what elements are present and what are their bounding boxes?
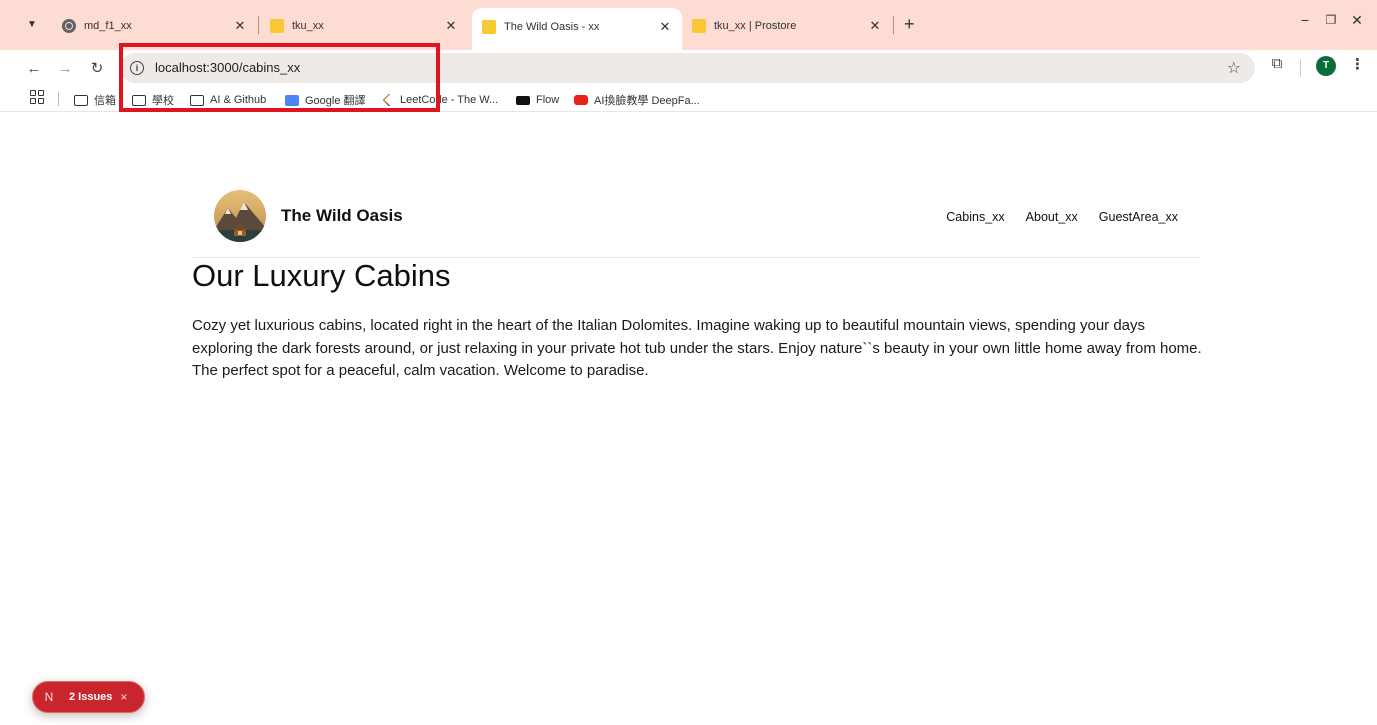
brand-name[interactable]: The Wild Oasis (281, 206, 403, 226)
bookmark-flow[interactable]: Flow (516, 92, 559, 108)
bookmark-label: Flow (536, 94, 560, 106)
nextjs-logo-icon: N (44, 690, 54, 704)
extensions-puzzle-icon[interactable]: ⧉ (1268, 55, 1286, 73)
more-menu-icon[interactable]: ⋮ (1350, 55, 1365, 73)
folder-icon (270, 19, 284, 33)
tab-search-chevron-icon[interactable]: ▼ (20, 12, 44, 36)
tab-tku[interactable]: tku_xx ✕ (260, 11, 468, 41)
toolbar-divider (1300, 59, 1301, 77)
bookmark-label: AI換臉教學 DeepFa... (594, 95, 700, 107)
issues-count-label[interactable]: 2 Issues (69, 691, 112, 703)
close-icon[interactable]: ✕ (866, 18, 884, 34)
site-header: The Wild Oasis Cabins_xx About_xx GuestA… (193, 188, 1200, 258)
bookmark-label: 信箱 (94, 95, 116, 107)
mountain-cabin-logo-icon (214, 190, 266, 242)
bookmark-deepfake[interactable]: AI換臉教學 DeepFa... (574, 92, 700, 108)
nav-link-guest-area[interactable]: GuestArea_xx (1099, 210, 1178, 224)
logo-image[interactable] (214, 190, 266, 242)
forward-arrow-icon[interactable]: → (52, 55, 78, 81)
tab-title: The Wild Oasis - xx (504, 21, 600, 33)
bookmark-mail[interactable]: 信箱 (74, 92, 116, 108)
back-arrow-icon[interactable]: ← (21, 55, 47, 81)
tab-title: tku_xx | Prostore (714, 20, 797, 32)
folder-icon (74, 94, 88, 106)
page-title: Our Luxury Cabins (192, 258, 451, 293)
close-icon[interactable]: ✕ (231, 18, 249, 34)
intro-paragraph: Cozy yet luxurious cabins, located right… (192, 317, 1202, 379)
profile-avatar[interactable]: T (1316, 56, 1336, 76)
restore-icon[interactable]: ❐ (1318, 13, 1344, 27)
tab-divider (258, 16, 259, 34)
close-icon[interactable]: ✕ (442, 18, 460, 34)
flow-icon (516, 95, 530, 105)
close-icon[interactable]: × (120, 690, 127, 704)
minimize-icon[interactable]: − (1292, 12, 1318, 28)
tab-title: md_f1_xx (84, 20, 132, 32)
nav-link-cabins[interactable]: Cabins_xx (946, 210, 1004, 224)
tab-prostore[interactable]: tku_xx | Prostore ✕ (682, 11, 892, 41)
url-highlight-box (119, 43, 440, 112)
bookmark-star-icon[interactable]: ☆ (1227, 58, 1241, 78)
nav-link-about[interactable]: About_xx (1026, 210, 1078, 224)
tab-md-f1[interactable]: md_f1_xx ✕ (52, 11, 257, 41)
folder-icon (692, 19, 706, 33)
apps-grid-icon[interactable] (30, 90, 44, 104)
globe-icon (62, 19, 76, 33)
tab-divider (893, 16, 894, 34)
folder-icon (482, 20, 496, 34)
nextjs-issues-badge[interactable]: N 2 Issues × (32, 681, 145, 713)
window-close-icon[interactable]: ✕ (1344, 12, 1370, 29)
close-icon[interactable]: ✕ (656, 19, 674, 35)
youtube-icon (574, 95, 588, 105)
tab-wild-oasis[interactable]: The Wild Oasis - xx ✕ (472, 8, 682, 50)
bookmarks-divider (58, 92, 59, 106)
reload-icon[interactable]: ↻ (84, 55, 110, 81)
new-tab-button[interactable]: + (904, 13, 915, 35)
main-nav: Cabins_xx About_xx GuestArea_xx (946, 210, 1178, 224)
tab-title: tku_xx (292, 20, 324, 32)
